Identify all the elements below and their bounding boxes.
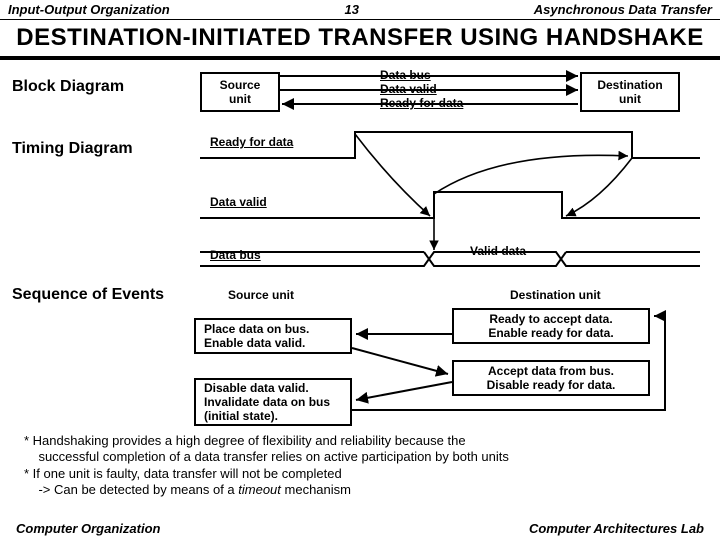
slide-header: Input-Output Organization 13 Asynchronou… (0, 0, 720, 20)
section-block-diagram: Block Diagram (12, 78, 124, 96)
section-sequence: Sequence of Events (12, 286, 164, 304)
header-center: 13 (345, 2, 359, 17)
section-timing-diagram: Timing Diagram (12, 140, 133, 158)
footer-left: Computer Organization (16, 521, 160, 536)
timing-waveforms (200, 120, 700, 270)
note-1b: successful completion of a data transfer… (24, 449, 694, 465)
block-arrows (278, 70, 583, 112)
header-left: Input-Output Organization (8, 2, 170, 17)
note-1a: * Handshaking provides a high degree of … (24, 433, 694, 449)
sequence-arrows (190, 300, 670, 430)
slide-footer: Computer Organization Computer Architect… (0, 521, 720, 536)
destination-unit-box: Destination unit (580, 72, 680, 112)
header-right: Asynchronous Data Transfer (534, 2, 712, 17)
source-unit-box: Source unit (200, 72, 280, 112)
note-2: * If one unit is faulty, data transfer w… (24, 466, 694, 482)
note-3: -> Can be detected by means of a timeout… (24, 482, 694, 498)
footer-right: Computer Architectures Lab (529, 521, 704, 536)
notes: * Handshaking provides a high degree of … (24, 433, 694, 498)
slide-title: DESTINATION-INITIATED TRANSFER USING HAN… (0, 20, 720, 60)
